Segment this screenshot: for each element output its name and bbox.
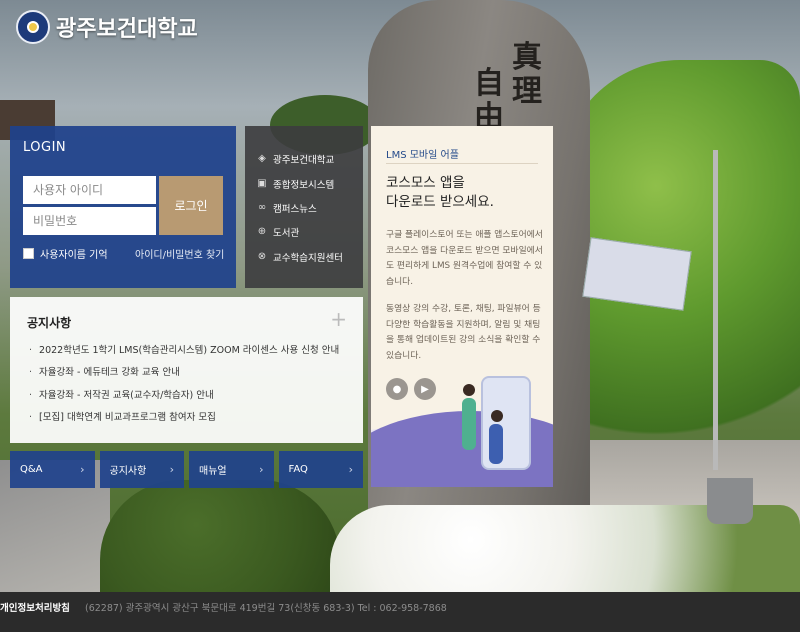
crosshair-icon: ⊕ xyxy=(257,226,267,237)
globe-icon: ⊗ xyxy=(257,251,267,262)
logo-text: 광주보건대학교 xyxy=(56,17,198,42)
mobile-app-panel: LMS 모바일 어플 코스모스 앱을 다운로드 받으세요. 구글 플레이스토어 … xyxy=(371,126,553,487)
app-headline-line1: 코스모스 앱을 xyxy=(386,175,465,191)
notice-panel: 공지사항 + 2022학년도 1학기 LMS(학습관리시스템) ZOOM 라이센… xyxy=(10,297,363,443)
button-label: Q&A xyxy=(20,464,43,475)
app-description-1: 구글 플레이스토어 또는 애플 앱스토어에서 코스모스 앱을 다운로드 받으면 … xyxy=(386,230,543,287)
stone-char: 理 xyxy=(512,74,542,109)
button-label: 매뉴얼 xyxy=(199,466,227,477)
remember-label: 사용자이름 기억 xyxy=(40,250,108,261)
bg-lamp-pole xyxy=(713,150,718,470)
button-label: 공지사항 xyxy=(109,466,147,477)
monitor-icon: ▣ xyxy=(257,178,267,189)
faq-button[interactable]: FAQ › xyxy=(278,451,363,488)
person-illustration xyxy=(462,398,476,450)
app-description-2: 동영상 강의 수강, 토론, 채팅, 파일뷰어 등 다양한 학습활동을 지원하며… xyxy=(386,304,541,361)
quicklink-teaching-center[interactable]: ⊗ 교수학습지원센터 xyxy=(257,250,343,265)
remember-checkbox[interactable] xyxy=(23,248,34,259)
quicklink-label: 종합정보시스템 xyxy=(273,180,335,191)
quicklink-label: 광주보건대학교 xyxy=(273,155,335,166)
quick-links-panel: ◈ 광주보건대학교 ▣ 종합정보시스템 ∞ 캠퍼스뉴스 ⊕ 도서관 ⊗ 교수학습… xyxy=(245,126,363,288)
chevron-right-icon: › xyxy=(169,463,174,476)
notice-item[interactable]: [모집] 대학연계 비교과프로그램 참여자 모집 xyxy=(29,409,216,423)
notice-item[interactable]: 2022학년도 1학기 LMS(학습관리시스템) ZOOM 라이센스 사용 신청… xyxy=(29,342,339,356)
shortcut-buttons: Q&A › 공지사항 › 매뉴얼 › FAQ › xyxy=(10,451,363,488)
bg-planter xyxy=(707,478,753,524)
person-illustration xyxy=(489,424,503,464)
quicklink-campus-news[interactable]: ∞ 캠퍼스뉴스 xyxy=(257,201,317,216)
university-emblem-icon xyxy=(16,10,50,44)
divider xyxy=(386,163,538,164)
privacy-policy-link[interactable]: 개인정보처리방침 xyxy=(0,600,70,614)
app-headline: 코스모스 앱을 다운로드 받으세요. xyxy=(386,174,494,212)
notice-button[interactable]: 공지사항 › xyxy=(99,451,184,488)
chevron-right-icon: › xyxy=(259,463,264,476)
login-title: LOGIN xyxy=(23,140,67,155)
app-headline-line2: 다운로드 받으세요. xyxy=(386,194,494,210)
login-panel: LOGIN 로그인 사용자이름 기억 아이디/비밀번호 찾기 xyxy=(10,126,236,288)
quicklink-library[interactable]: ⊕ 도서관 xyxy=(257,225,300,240)
notice-title: 공지사항 xyxy=(27,316,72,330)
manual-button[interactable]: 매뉴얼 › xyxy=(189,451,274,488)
footer: 개인정보처리방침 (62287) 광주광역시 광산구 북문대로 419번길 73… xyxy=(0,592,800,632)
google-play-icon[interactable]: ▶ xyxy=(414,378,436,400)
username-input[interactable] xyxy=(23,176,156,204)
chevron-right-icon: › xyxy=(80,463,85,476)
quicklink-info-system[interactable]: ▣ 종합정보시스템 xyxy=(257,177,335,192)
quicklink-label: 캠퍼스뉴스 xyxy=(273,204,317,215)
bg-shrubs xyxy=(100,480,340,592)
building-icon: ◈ xyxy=(258,153,266,164)
quicklink-label: 교수학습지원센터 xyxy=(273,253,343,264)
plus-icon[interactable]: + xyxy=(330,309,347,329)
password-input[interactable] xyxy=(23,207,156,235)
button-label: FAQ xyxy=(288,464,308,475)
apple-store-icon[interactable]: ● xyxy=(386,378,408,400)
login-button[interactable]: 로그인 xyxy=(159,176,223,235)
app-panel-title: LMS 모바일 어플 xyxy=(386,150,459,161)
link-icon: ∞ xyxy=(257,202,267,213)
person-head xyxy=(463,384,475,396)
footer-address: (62287) 광주광역시 광산구 북문대로 419번길 73(신창동 683-… xyxy=(85,603,447,614)
remember-username[interactable]: 사용자이름 기억 xyxy=(23,246,108,261)
find-id-password-link[interactable]: 아이디/비밀번호 찾기 xyxy=(135,246,224,261)
chevron-right-icon: › xyxy=(348,463,353,476)
person-head xyxy=(491,410,503,422)
quicklink-label: 도서관 xyxy=(273,228,300,239)
quicklink-university[interactable]: ◈ 광주보건대학교 xyxy=(257,152,335,167)
qna-button[interactable]: Q&A › xyxy=(10,451,95,488)
notice-item[interactable]: 자율강좌 - 에듀테크 강화 교육 안내 xyxy=(29,364,180,378)
site-logo[interactable]: 광주보건대학교 xyxy=(16,10,198,44)
notice-item[interactable]: 자율강좌 - 저작권 교육(교수자/학습자) 안내 xyxy=(29,387,214,401)
